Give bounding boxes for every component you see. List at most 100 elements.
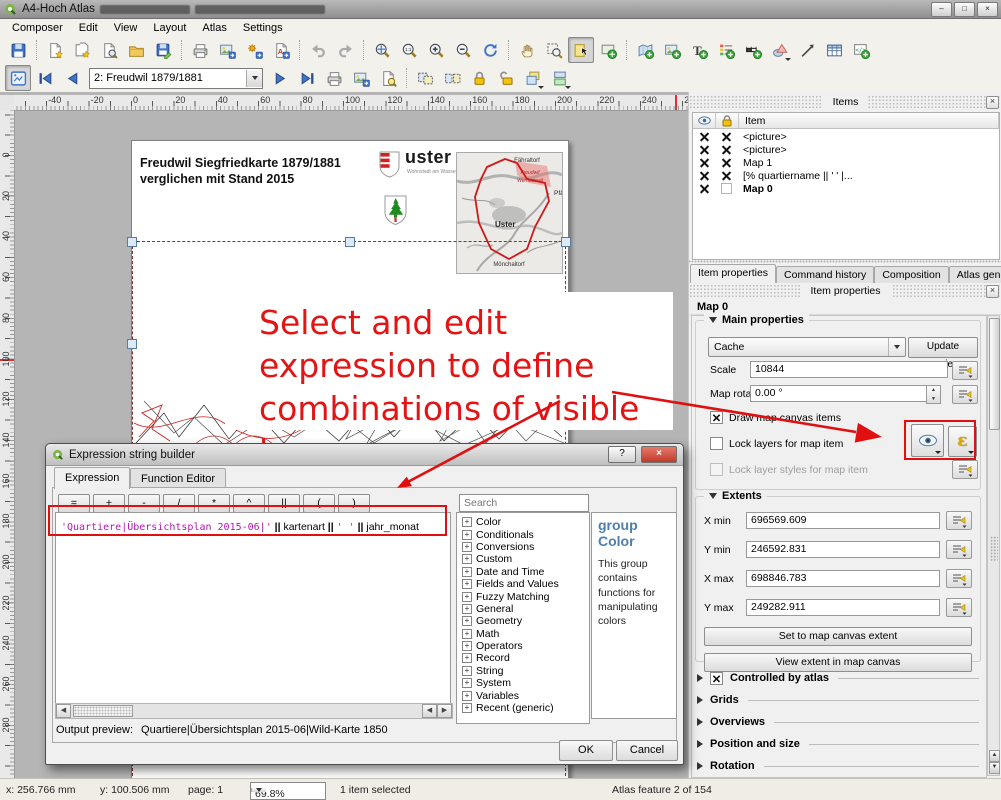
minimize-button[interactable]: –	[931, 2, 952, 17]
add-map-button[interactable]	[632, 37, 658, 63]
scrollbar-thumb[interactable]	[73, 705, 133, 717]
close-button[interactable]: ×	[977, 2, 998, 17]
expand-plus-icon[interactable]: +	[462, 703, 472, 713]
scale-field[interactable]: 10844	[750, 361, 948, 378]
expand-plus-icon[interactable]: +	[462, 653, 472, 663]
scroll-up-icon[interactable]: ▲	[989, 750, 1000, 762]
tab-command-history[interactable]: Command history	[776, 266, 874, 283]
function-group-general[interactable]: +General	[457, 603, 589, 615]
data-defined-override-button[interactable]	[946, 598, 972, 617]
expression-builder-dialog[interactable]: Expression string builder ? × Expression…	[45, 443, 684, 765]
expand-plus-icon[interactable]: +	[462, 678, 472, 688]
function-group-recent-generic-[interactable]: +Recent (generic)	[457, 702, 589, 714]
section-controlled-by-atlas[interactable]: Controlled by atlas	[697, 670, 979, 686]
menu-view[interactable]: View	[106, 21, 146, 35]
export-atlas-as-image-button[interactable]	[348, 65, 374, 91]
lock-check-icon[interactable]	[722, 145, 731, 154]
cache-mode-combo[interactable]: Cache	[708, 337, 906, 357]
function-group-math[interactable]: +Math	[457, 628, 589, 640]
zoom-in-button[interactable]	[423, 37, 449, 63]
align-selected-items-button[interactable]	[547, 65, 573, 91]
x-min-field[interactable]: 696569.609	[746, 512, 940, 529]
lock-column-header[interactable]	[716, 113, 739, 128]
function-group-variables[interactable]: +Variables	[457, 689, 589, 701]
pan-button[interactable]	[514, 37, 540, 63]
scroll-left-icon[interactable]: ◀	[422, 704, 437, 718]
new-composition-button[interactable]	[42, 37, 68, 63]
panel-splitter[interactable]	[689, 260, 1001, 263]
menu-composer[interactable]: Composer	[4, 21, 71, 35]
operator-button[interactable]: ||	[268, 494, 300, 513]
operator-button[interactable]: =	[58, 494, 90, 513]
lock-check-icon[interactable]	[722, 171, 731, 180]
selection-handle[interactable]	[127, 339, 137, 349]
scroll-down-icon[interactable]: ▼	[989, 762, 1000, 774]
data-defined-override-button[interactable]	[946, 511, 972, 530]
operator-button[interactable]: +	[93, 494, 125, 513]
tab-item-properties[interactable]: Item properties	[690, 264, 776, 283]
zoom-out-button[interactable]	[450, 37, 476, 63]
expand-plus-icon[interactable]: +	[462, 530, 472, 540]
operator-button[interactable]: (	[303, 494, 335, 513]
function-group-string[interactable]: +String	[457, 665, 589, 677]
lock-check-icon[interactable]	[722, 158, 731, 167]
data-defined-override-button[interactable]	[946, 569, 972, 588]
scroll-left-icon[interactable]: ◀	[56, 704, 71, 718]
add-arrow-button[interactable]	[794, 37, 820, 63]
atlas-previous-feature-button[interactable]	[59, 65, 85, 91]
close-icon[interactable]: ×	[986, 96, 999, 109]
items-row[interactable]: Map 1	[693, 157, 999, 168]
map-rotation-field[interactable]: 0.00 °	[750, 385, 932, 402]
add-legend-button[interactable]	[713, 37, 739, 63]
dialog-close-button[interactable]: ×	[641, 446, 677, 463]
close-icon[interactable]: ×	[986, 285, 999, 298]
properties-scrollbar[interactable]: ▲ ▼	[987, 315, 1000, 776]
composition-manager-button[interactable]	[96, 37, 122, 63]
expand-plus-icon[interactable]: +	[462, 629, 472, 639]
expand-plus-icon[interactable]: +	[462, 517, 472, 527]
draw-map-canvas-items-checkbox[interactable]: Draw map canvas items	[710, 411, 841, 424]
operator-button[interactable]: )	[338, 494, 370, 513]
ungroup-items-button[interactable]	[439, 65, 465, 91]
title-bar[interactable]: A4-Hoch Atlas – □ ×	[0, 0, 1001, 19]
add-attribute-table-button[interactable]	[821, 37, 847, 63]
menu-edit[interactable]: Edit	[71, 21, 106, 35]
selection-handle[interactable]	[127, 237, 137, 247]
atlas-last-feature-button[interactable]	[294, 65, 320, 91]
lock-check-icon[interactable]	[722, 132, 731, 141]
function-group-operators[interactable]: +Operators	[457, 640, 589, 652]
data-defined-override-button[interactable]	[952, 385, 978, 404]
save-as-button[interactable]	[150, 37, 176, 63]
data-defined-override-button[interactable]	[946, 540, 972, 559]
items-row[interactable]: [% quartiername || ' ' |...	[693, 170, 999, 181]
set-to-map-canvas-extent-button[interactable]: Set to map canvas extent	[704, 627, 972, 646]
add-scalebar-button[interactable]	[740, 37, 766, 63]
visibility-check-icon[interactable]	[700, 184, 709, 193]
menu-settings[interactable]: Settings	[235, 21, 291, 35]
expand-plus-icon[interactable]: +	[462, 542, 472, 552]
selection-handle[interactable]	[345, 237, 355, 247]
expression-menu-button[interactable]: ε	[948, 426, 977, 457]
operator-button[interactable]: ^	[233, 494, 265, 513]
export-as-pdf-button[interactable]: A	[268, 37, 294, 63]
data-defined-override-button[interactable]	[952, 460, 978, 479]
function-group-custom[interactable]: +Custom	[457, 553, 589, 565]
unlock-all-items-button[interactable]	[493, 65, 519, 91]
extents-header[interactable]: Extents	[704, 490, 767, 502]
raise-selected-items-button[interactable]	[520, 65, 546, 91]
section-checkbox[interactable]	[710, 672, 723, 685]
add-label-button[interactable]: T	[686, 37, 712, 63]
items-table[interactable]: Item <picture><picture>Map 1[% quartiern…	[692, 112, 1000, 260]
update-preview-button[interactable]: Update preview	[908, 337, 978, 358]
expand-plus-icon[interactable]: +	[462, 691, 472, 701]
undo-button[interactable]	[305, 37, 331, 63]
operator-button[interactable]: -	[128, 494, 160, 513]
tab-atlas-generation[interactable]: Atlas generation	[949, 266, 1001, 283]
function-group-system[interactable]: +System	[457, 677, 589, 689]
tab-expression[interactable]: Expression	[54, 467, 130, 489]
item-column-header[interactable]: Item	[739, 113, 999, 128]
spin-buttons[interactable]: ▲▼	[926, 385, 941, 404]
expand-plus-icon[interactable]: +	[462, 641, 472, 651]
visibility-column-header[interactable]	[693, 113, 716, 128]
atlas-next-feature-button[interactable]	[267, 65, 293, 91]
